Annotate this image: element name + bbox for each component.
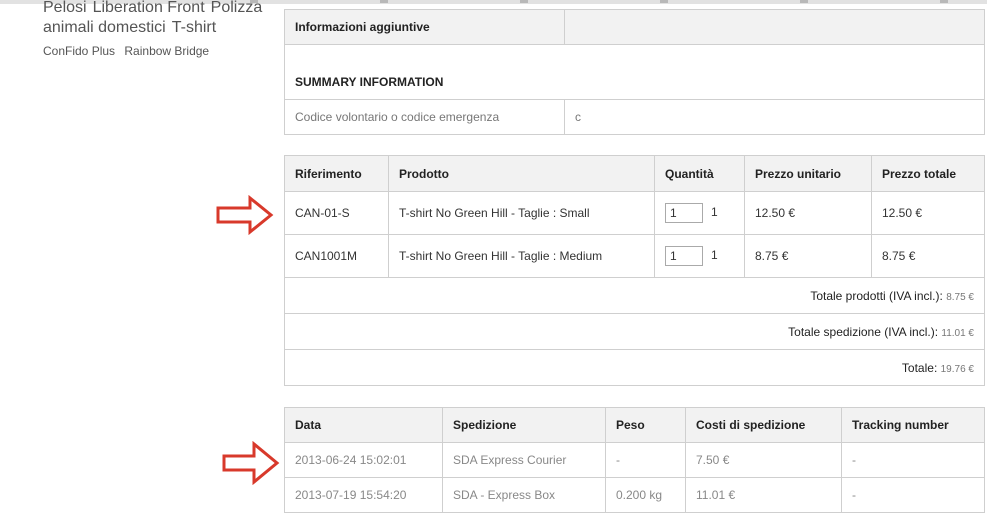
shipping-date: 2013-07-19 15:54:20 bbox=[284, 477, 443, 513]
product-name: T-shirt No Green Hill - Taglie : Small bbox=[388, 191, 655, 235]
subcategory-link-confido-plus[interactable]: ConFido Plus bbox=[43, 44, 115, 58]
category-link-animali-domestici[interactable]: animali domestici bbox=[43, 18, 166, 38]
quantity-input[interactable]: 1 bbox=[665, 246, 703, 266]
total-products-label: Totale prodotti (IVA incl.): bbox=[810, 288, 943, 303]
product-name: T-shirt No Green Hill - Taglie : Medium bbox=[388, 234, 655, 278]
col-prezzo-unitario: Prezzo unitario bbox=[744, 155, 872, 192]
line-total: 8.75 € bbox=[871, 234, 985, 278]
shipping-date: 2013-06-24 15:02:01 bbox=[284, 442, 443, 478]
col-tracking-number: Tracking number bbox=[841, 407, 985, 443]
code-value: c bbox=[564, 99, 985, 135]
annotation-arrow-icon bbox=[216, 195, 274, 235]
shipping-carrier: SDA Express Courier bbox=[442, 442, 606, 478]
product-row: CAN1001M T-shirt No Green Hill - Taglie … bbox=[284, 234, 985, 278]
quantity-cell: 11 bbox=[654, 191, 745, 235]
shipping-carrier: SDA - Express Box bbox=[442, 477, 606, 513]
product-row: CAN-01-S T-shirt No Green Hill - Taglie … bbox=[284, 191, 985, 235]
grand-total-row: Totale: 19.76 € bbox=[284, 349, 985, 386]
tracking-number: - bbox=[841, 442, 985, 478]
col-quantita: Quantità bbox=[654, 155, 745, 192]
shipping-cost: 11.01 € bbox=[685, 477, 842, 513]
annotation-arrow-icon bbox=[222, 441, 280, 485]
col-data: Data bbox=[284, 407, 443, 443]
shipping-row: 2013-06-24 15:02:01 SDA Express Courier … bbox=[284, 442, 985, 478]
product-ref: CAN1001M bbox=[284, 234, 389, 278]
product-ref: CAN-01-S bbox=[284, 191, 389, 235]
summary-information-heading: SUMMARY INFORMATION bbox=[284, 44, 985, 100]
unit-price: 8.75 € bbox=[744, 234, 872, 278]
line-total: 12.50 € bbox=[871, 191, 985, 235]
additional-info-heading: Informazioni aggiuntive bbox=[284, 9, 565, 45]
col-prodotto: Prodotto bbox=[388, 155, 655, 192]
shipping-weight: - bbox=[605, 442, 686, 478]
quantity-value: 1 bbox=[711, 248, 718, 263]
category-link-pelosi[interactable]: Pelosi bbox=[43, 0, 87, 18]
col-riferimento: Riferimento bbox=[284, 155, 389, 192]
col-spedizione: Spedizione bbox=[442, 407, 606, 443]
tracking-number: - bbox=[841, 477, 985, 513]
total-shipping-value: 11.01 € bbox=[941, 327, 974, 339]
shipping-weight: 0.200 kg bbox=[605, 477, 686, 513]
total-shipping-label: Totale spedizione (IVA incl.): bbox=[788, 324, 939, 339]
col-costi-spedizione: Costi di spedizione bbox=[685, 407, 842, 443]
category-link-liberation-front[interactable]: Liberation Front bbox=[93, 0, 205, 18]
products-header-row: Riferimento Prodotto Quantità Prezzo uni… bbox=[284, 155, 985, 192]
additional-info-table: Informazioni aggiuntive SUMMARY INFORMAT… bbox=[284, 9, 985, 135]
quantity-cell: 11 bbox=[654, 234, 745, 278]
col-peso: Peso bbox=[605, 407, 686, 443]
category-link-polizza[interactable]: Polizza bbox=[211, 0, 263, 18]
total-products-value: 8.75 € bbox=[946, 291, 974, 303]
quantity-value: 1 bbox=[711, 205, 718, 220]
grand-total-value: 19.76 € bbox=[940, 363, 974, 375]
order-products-table: Riferimento Prodotto Quantità Prezzo uni… bbox=[284, 155, 985, 386]
col-prezzo-totale: Prezzo totale bbox=[871, 155, 985, 192]
unit-price: 12.50 € bbox=[744, 191, 872, 235]
total-shipping-row: Totale spedizione (IVA incl.): 11.01 € bbox=[284, 313, 985, 350]
code-label: Codice volontario o codice emergenza bbox=[284, 99, 565, 135]
subcategory-links: ConFido Plus Rainbow Bridge bbox=[43, 44, 215, 58]
total-products-row: Totale prodotti (IVA incl.): 8.75 € bbox=[284, 277, 985, 314]
shipping-row: 2013-07-19 15:54:20 SDA - Express Box 0.… bbox=[284, 477, 985, 513]
shipping-header-row: Data Spedizione Peso Costi di spedizione… bbox=[284, 407, 985, 443]
shipping-cost: 7.50 € bbox=[685, 442, 842, 478]
shipping-table: Data Spedizione Peso Costi di spedizione… bbox=[284, 407, 985, 513]
subcategory-link-rainbow-bridge[interactable]: Rainbow Bridge bbox=[124, 44, 209, 58]
category-links: Pelosi Liberation Front Polizza animali do… bbox=[43, 0, 268, 38]
additional-info-heading-blank bbox=[564, 9, 985, 45]
grand-total-label: Totale: bbox=[901, 360, 938, 375]
category-link-t-shirt[interactable]: T-shirt bbox=[172, 18, 216, 38]
quantity-input[interactable]: 1 bbox=[665, 203, 703, 223]
